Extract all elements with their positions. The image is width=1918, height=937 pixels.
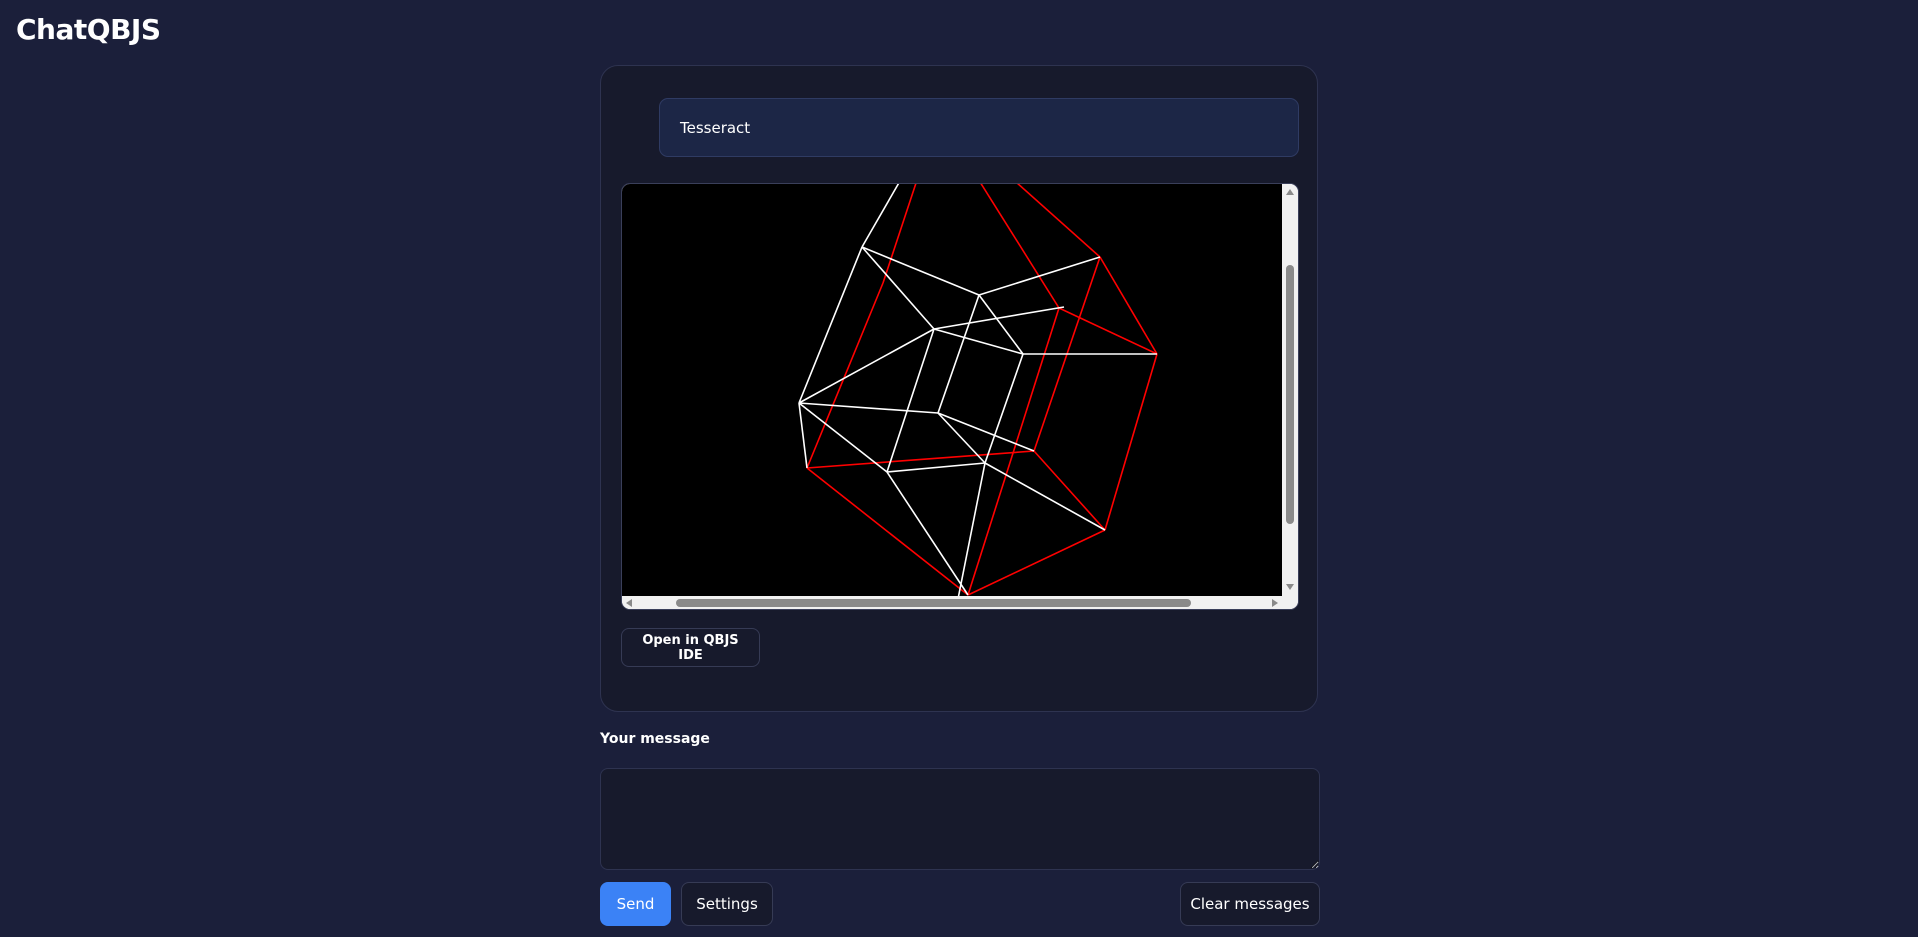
settings-button[interactable]: Settings bbox=[681, 882, 773, 926]
scroll-right-arrow-icon[interactable] bbox=[1272, 599, 1278, 607]
message-label: Your message bbox=[600, 731, 710, 747]
vertical-scroll-thumb[interactable] bbox=[1286, 265, 1294, 524]
clear-messages-button[interactable]: Clear messages bbox=[1180, 882, 1320, 926]
tesseract-wireframe bbox=[798, 184, 1158, 596]
app-title: ChatQBJS bbox=[16, 13, 161, 46]
chat-panel: Tesseract Open in QBJS IDE bbox=[600, 65, 1318, 712]
user-message-text: Tesseract bbox=[680, 118, 751, 137]
open-in-ide-button[interactable]: Open in QBJS IDE bbox=[621, 628, 760, 667]
program-canvas[interactable] bbox=[622, 184, 1282, 596]
horizontal-scrollbar[interactable] bbox=[622, 596, 1282, 609]
message-input[interactable] bbox=[600, 768, 1320, 870]
scroll-up-arrow-icon[interactable] bbox=[1286, 189, 1294, 195]
scrollbar-corner bbox=[1282, 596, 1298, 609]
user-message-bubble: Tesseract bbox=[659, 98, 1299, 157]
scroll-down-arrow-icon[interactable] bbox=[1286, 584, 1294, 590]
send-button[interactable]: Send bbox=[600, 882, 671, 926]
program-output-frame[interactable] bbox=[621, 183, 1299, 610]
horizontal-scroll-thumb[interactable] bbox=[676, 599, 1191, 607]
scroll-left-arrow-icon[interactable] bbox=[626, 599, 632, 607]
vertical-scrollbar[interactable] bbox=[1282, 184, 1298, 596]
